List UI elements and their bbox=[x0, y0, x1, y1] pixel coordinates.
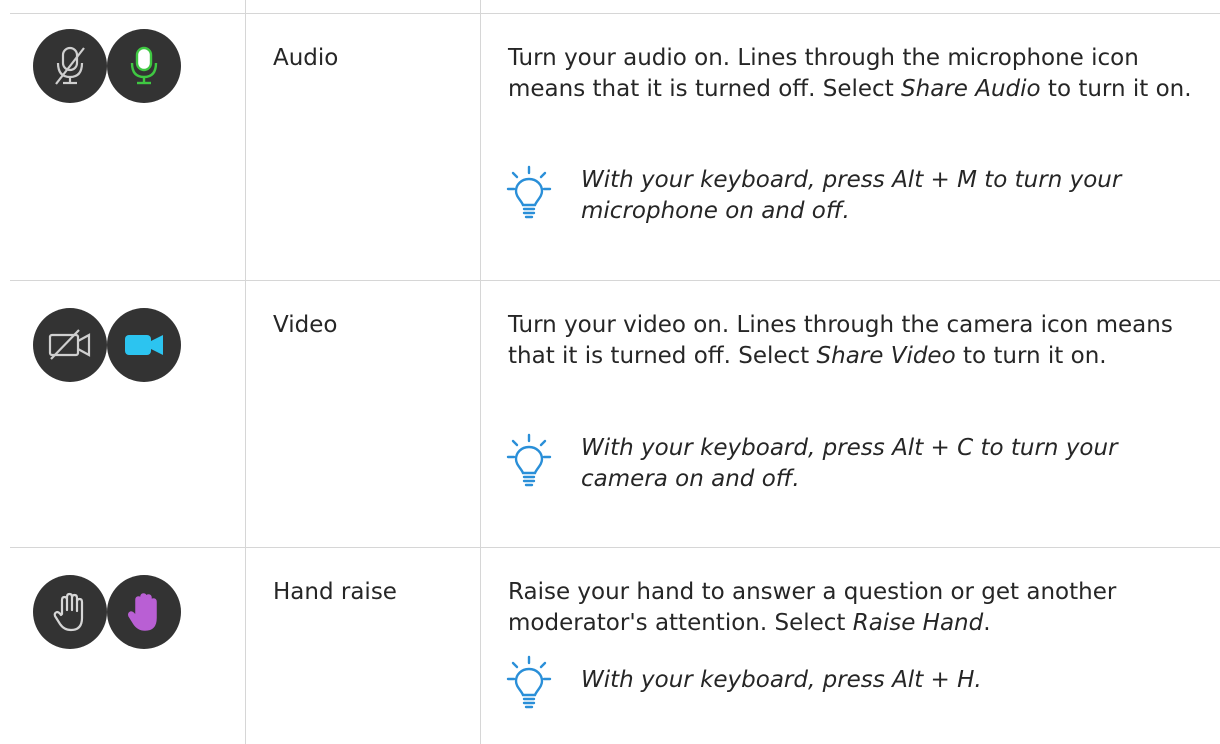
table-row-hand-raise: Hand raise Raise your hand to answer a q… bbox=[0, 548, 1220, 744]
tip-text: With your keyboard, press Alt + H. bbox=[581, 667, 982, 693]
tip-text: With your keyboard, press Alt + M to tur… bbox=[581, 167, 1122, 224]
camera-on-icon bbox=[107, 308, 181, 382]
description-text: to turn it on. bbox=[1040, 76, 1192, 102]
lightbulb-icon bbox=[506, 433, 552, 487]
description-text: . bbox=[983, 610, 991, 636]
camera-off-icon bbox=[33, 308, 107, 382]
hand-raise-icons bbox=[33, 575, 183, 651]
microphone-off-icon bbox=[33, 29, 107, 103]
feature-name: Hand raise bbox=[273, 579, 397, 605]
feature-description: Raise your hand to answer a question or … bbox=[508, 577, 1198, 639]
feature-description: Turn your video on. Lines through the ca… bbox=[508, 310, 1198, 372]
video-icons bbox=[33, 308, 183, 384]
description-emphasis: Raise Hand bbox=[852, 610, 984, 636]
description-text: Raise your hand to answer a question or … bbox=[508, 579, 1117, 636]
table-row-audio: Audio Turn your audio on. Lines through … bbox=[0, 14, 1220, 280]
table-row-video: Video Turn your video on. Lines through … bbox=[0, 281, 1220, 547]
tip-text: With your keyboard, press Alt + C to tur… bbox=[581, 435, 1118, 492]
lightbulb-icon bbox=[506, 655, 552, 709]
feature-description: Turn your audio on. Lines through the mi… bbox=[508, 43, 1198, 105]
description-text: to turn it on. bbox=[955, 343, 1107, 369]
lightbulb-icon bbox=[506, 165, 552, 219]
description-emphasis: Share Audio bbox=[901, 76, 1041, 102]
audio-icons bbox=[33, 29, 183, 105]
hand-raised-icon bbox=[107, 575, 181, 649]
description-emphasis: Share Video bbox=[816, 343, 956, 369]
feature-name: Video bbox=[273, 312, 338, 338]
hand-outline-icon bbox=[33, 575, 107, 649]
feature-name: Audio bbox=[273, 45, 339, 71]
microphone-on-icon bbox=[107, 29, 181, 103]
